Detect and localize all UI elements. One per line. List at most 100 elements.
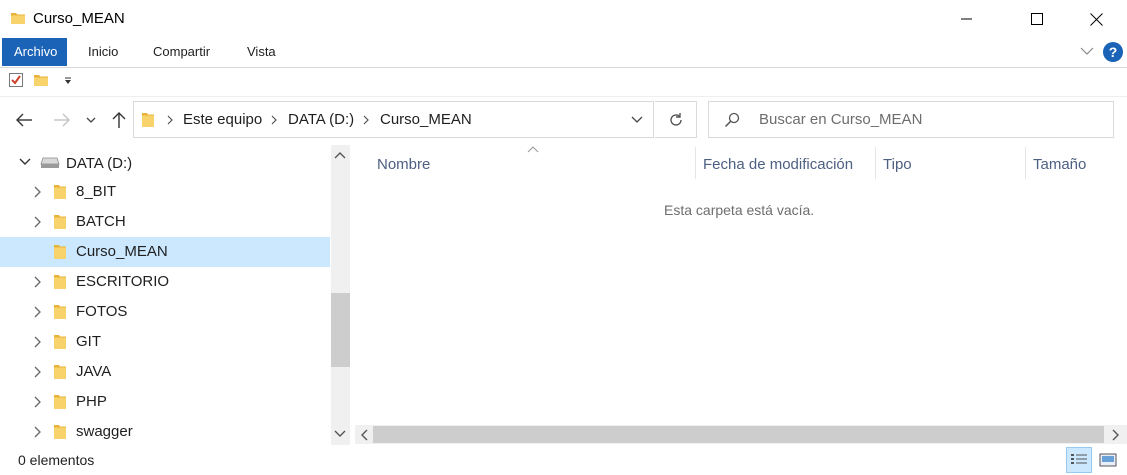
breadcrumb-separator-icon (270, 115, 278, 125)
expand-chevron-icon[interactable] (30, 365, 44, 379)
address-folder-icon (141, 111, 155, 128)
tree-item-label: ESCRITORIO (76, 273, 170, 290)
column-header-fecha[interactable]: Fecha de modificación (703, 156, 853, 173)
breadcrumb-separator-icon (362, 115, 370, 125)
breadcrumb-curso-mean[interactable]: Curso_MEAN (380, 111, 472, 128)
tree-item-swagger[interactable]: swagger (0, 417, 330, 447)
help-icon[interactable]: ? (1103, 42, 1123, 62)
expand-chevron-icon[interactable] (30, 215, 44, 229)
large-icons-view-button[interactable] (1095, 447, 1121, 473)
navigation-tree: DATA (D:) 8_BIT BATCH Curso_MEAN ESCRITO… (0, 145, 331, 445)
back-button[interactable] (12, 108, 36, 132)
expand-chevron-icon[interactable] (30, 305, 44, 319)
up-button[interactable] (107, 108, 131, 132)
column-divider[interactable] (875, 147, 876, 179)
tree-item-label: JAVA (76, 363, 112, 380)
tree-item-label: swagger (76, 423, 133, 440)
tree-item-label: Curso_MEAN (76, 243, 168, 260)
tab-inicio[interactable]: Inicio (75, 38, 131, 66)
expand-chevron-icon[interactable] (30, 395, 44, 409)
maximize-icon (1031, 13, 1043, 25)
content-scrollbar-thumb[interactable] (373, 426, 1104, 443)
tree-item-java[interactable]: JAVA (0, 357, 330, 387)
expand-chevron-icon[interactable] (30, 275, 44, 289)
collapse-chevron-icon[interactable] (18, 155, 32, 169)
expand-chevron-icon[interactable] (30, 335, 44, 349)
folder-icon (10, 10, 26, 26)
folder-icon (53, 273, 67, 290)
close-icon (1089, 12, 1103, 26)
search-input[interactable]: Buscar en Curso_MEAN (759, 111, 922, 128)
tree-item-label: BATCH (76, 213, 126, 230)
scroll-left-icon[interactable] (360, 429, 368, 441)
tree-item-php[interactable]: PHP (0, 387, 330, 417)
tab-vista[interactable]: Vista (234, 38, 289, 66)
up-arrow-icon (112, 111, 126, 129)
chevron-down-icon (86, 116, 96, 124)
search-icon (724, 112, 740, 128)
tree-item-8-bit[interactable]: 8_BIT (0, 177, 330, 207)
folder-icon (53, 333, 67, 350)
minimize-button[interactable] (944, 0, 990, 38)
scroll-down-icon[interactable] (334, 430, 346, 438)
svg-text:?: ? (1109, 44, 1118, 60)
title-bar: Curso_MEAN (0, 0, 1127, 38)
maximize-button[interactable] (1014, 0, 1060, 38)
breadcrumb-data-drive[interactable]: DATA (D:) (288, 111, 354, 128)
details-view-button[interactable] (1066, 447, 1092, 473)
tree-item-label: GIT (76, 333, 101, 350)
breadcrumb-separator-icon (166, 115, 174, 125)
tree-item-git[interactable]: GIT (0, 327, 330, 357)
scroll-right-icon[interactable] (1112, 429, 1120, 441)
forward-arrow-icon (53, 113, 71, 127)
tree-item-data-drive[interactable]: DATA (D:) (0, 147, 330, 177)
close-button[interactable] (1073, 0, 1119, 38)
new-folder-icon[interactable] (33, 72, 49, 88)
folder-icon (53, 303, 67, 320)
large-icons-view-icon (1099, 453, 1117, 467)
tree-item-label: PHP (76, 393, 107, 410)
column-header-tamano[interactable]: Tamaño (1033, 156, 1086, 173)
expand-chevron-icon[interactable] (30, 185, 44, 199)
minimize-icon (961, 13, 973, 25)
folder-icon (53, 423, 67, 440)
tree-item-curso-mean[interactable]: Curso_MEAN (0, 237, 330, 267)
folder-icon (53, 183, 67, 200)
sort-ascending-icon (527, 146, 539, 153)
tree-item-label: FOTOS (76, 303, 128, 320)
empty-folder-message: Esta carpeta está vacía. (664, 202, 815, 218)
expand-chevron-icon[interactable] (30, 425, 44, 439)
tree-item-escritorio[interactable]: ESCRITORIO (0, 267, 330, 297)
breadcrumb-este-equipo[interactable]: Este equipo (183, 111, 262, 128)
back-arrow-icon (15, 113, 33, 127)
column-divider[interactable] (695, 147, 696, 179)
drive-icon (40, 156, 60, 168)
recent-locations-button[interactable] (81, 108, 101, 132)
tree-scrollbar-thumb[interactable] (331, 293, 350, 367)
customize-dropdown-icon[interactable] (63, 76, 73, 86)
scroll-up-icon[interactable] (334, 151, 346, 159)
expand-ribbon-chevron-icon[interactable] (1080, 46, 1094, 56)
folder-icon (53, 243, 67, 260)
tree-item-label: 8_BIT (76, 183, 117, 200)
column-header-nombre[interactable]: Nombre (377, 156, 430, 173)
tree-item-label: DATA (D:) (66, 155, 133, 172)
column-header-tipo[interactable]: Tipo (883, 156, 912, 173)
folder-icon (53, 363, 67, 380)
tree-item-fotos[interactable]: FOTOS (0, 297, 330, 327)
column-divider[interactable] (1025, 147, 1026, 179)
details-view-icon (1070, 453, 1088, 467)
tab-archivo[interactable]: Archivo (2, 38, 67, 66)
status-item-count: 0 elementos (18, 452, 95, 468)
address-history-chevron-icon[interactable] (631, 116, 643, 124)
tree-item-batch[interactable]: BATCH (0, 207, 330, 237)
properties-check-icon[interactable] (8, 72, 24, 88)
refresh-icon (668, 112, 684, 128)
folder-icon (53, 393, 67, 410)
window-title: Curso_MEAN (33, 10, 125, 27)
folder-icon (53, 213, 67, 230)
tab-compartir[interactable]: Compartir (140, 38, 223, 66)
refresh-button[interactable] (655, 101, 697, 138)
quick-access-toolbar (0, 67, 1127, 97)
forward-button[interactable] (50, 108, 74, 132)
